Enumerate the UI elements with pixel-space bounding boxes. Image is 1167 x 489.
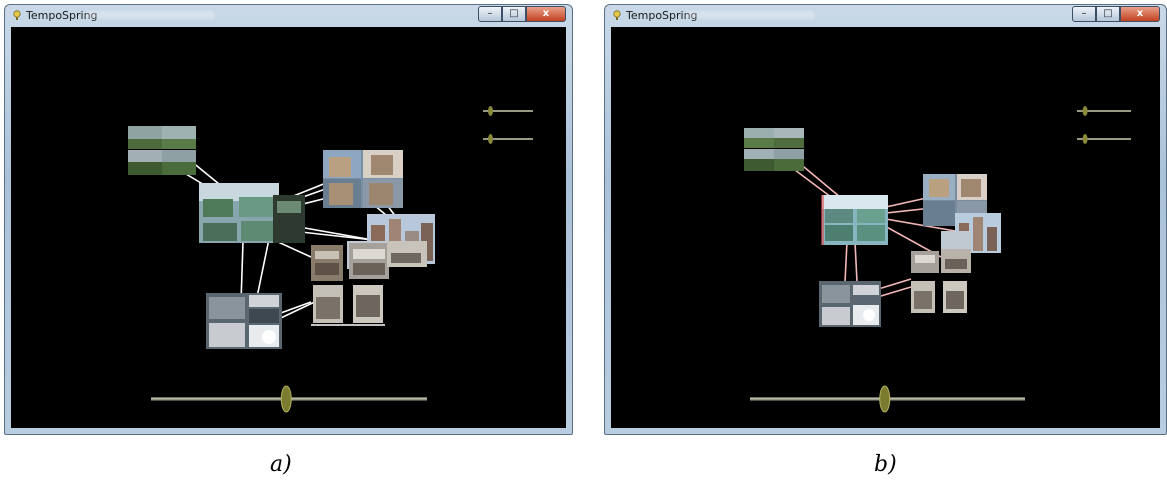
photo-node[interactable] [821, 195, 888, 245]
timeline-slider[interactable] [750, 385, 1025, 413]
title-ghost-text [85, 11, 215, 19]
photo-node[interactable] [911, 249, 971, 273]
top-slider-1[interactable] [1077, 106, 1131, 116]
minimize-button[interactable]: – [478, 6, 502, 22]
app-icon [613, 10, 621, 20]
timeline-slider[interactable] [151, 385, 427, 413]
photo-node[interactable] [199, 183, 305, 243]
photo-node[interactable] [206, 293, 282, 349]
window-controls: – □ x [1072, 6, 1160, 23]
title-bar[interactable]: TempoSpring – □ x [5, 5, 572, 26]
minimize-button[interactable]: – [1072, 6, 1096, 22]
window-frame: TempoSpring – □ x [604, 4, 1167, 435]
top-slider-1[interactable] [483, 106, 533, 116]
app-icon [13, 10, 21, 20]
photo-node[interactable] [313, 285, 383, 323]
caption-a: a) [270, 452, 292, 477]
window-frame: TempoSpring – □ x [4, 4, 573, 435]
photo-node[interactable] [311, 241, 427, 281]
close-button[interactable]: x [1120, 6, 1160, 22]
photo-node[interactable] [911, 281, 967, 313]
close-button[interactable]: x [526, 6, 566, 22]
top-slider-2[interactable] [1077, 134, 1131, 144]
top-slider-2[interactable] [483, 134, 533, 144]
photo-node[interactable] [819, 281, 881, 327]
photo-node[interactable] [128, 126, 196, 175]
canvas-svg [744, 106, 1131, 413]
title-bar[interactable]: TempoSpring – □ x [605, 5, 1166, 26]
photo-node[interactable] [744, 128, 804, 171]
canvas-svg [128, 106, 533, 413]
maximize-button[interactable]: □ [502, 6, 526, 22]
photo-node[interactable] [323, 150, 403, 208]
canvas[interactable] [11, 27, 566, 428]
caption-b: b) [874, 452, 897, 477]
title-ghost-text [685, 11, 815, 19]
window-b: TempoSpring – □ x [604, 4, 1167, 435]
maximize-button[interactable]: □ [1096, 6, 1120, 22]
window-a: TempoSpring – □ x [4, 4, 573, 435]
canvas[interactable] [611, 27, 1160, 428]
window-controls: – □ x [478, 6, 566, 23]
